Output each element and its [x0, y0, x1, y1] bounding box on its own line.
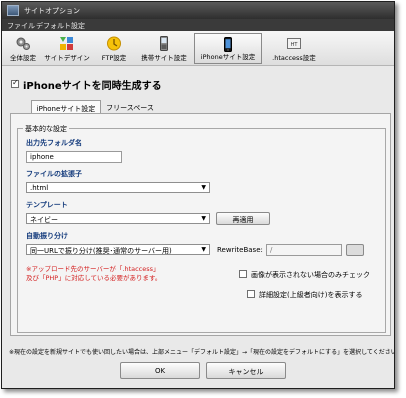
- chevron-down-icon: ▼: [201, 184, 206, 191]
- menu-file[interactable]: ファイル: [7, 21, 35, 31]
- image-fallback-checkbox[interactable]: [239, 270, 247, 278]
- app-icon: [7, 5, 19, 16]
- rewrite-base-input[interactable]: /: [266, 244, 342, 256]
- tab-free-space[interactable]: フリースペース: [103, 100, 157, 114]
- toolbar-mobile-site[interactable]: 携帯サイト設定: [136, 33, 192, 64]
- ok-button[interactable]: OK: [120, 362, 200, 379]
- iphone-icon: [224, 37, 232, 52]
- cancel-button[interactable]: キャンセル: [206, 362, 286, 379]
- design-icon: [60, 37, 73, 50]
- menu-default-settings[interactable]: デフォルト設定: [36, 21, 85, 31]
- mobile-icon: [160, 36, 168, 51]
- template-select[interactable]: ネイビー ▼: [26, 213, 210, 224]
- file-extension-label: ファイルの拡張子: [26, 170, 82, 178]
- template-label: テンプレート: [26, 201, 68, 209]
- iphone-generate-label: iPhoneサイトを同時生成する: [23, 81, 162, 92]
- iphone-generate-checkbox[interactable]: [11, 78, 19, 88]
- rewrite-base-label: RewriteBase:: [217, 246, 263, 254]
- menu-bar: ファイル デフォルト設定: [2, 19, 394, 31]
- reapply-button[interactable]: 再適用: [216, 212, 270, 225]
- file-extension-value: .html: [30, 184, 49, 192]
- site-options-window: サイトオプション ファイル デフォルト設定 全体設定 サイトデザイン FTP設定…: [1, 1, 395, 389]
- output-folder-label: 出力先フォルダ名: [26, 139, 82, 147]
- htaccess-icon: HT: [287, 38, 301, 49]
- svg-text:HT: HT: [291, 42, 299, 48]
- server-note-line2: 及び「PHP」に対応している必要があります。: [26, 274, 162, 282]
- chevron-down-icon: ▼: [201, 215, 206, 222]
- gear-icon: [16, 37, 30, 50]
- rewrite-base-button[interactable]: [346, 244, 364, 256]
- toolbar-ftp-settings[interactable]: FTP設定: [94, 33, 134, 64]
- file-extension-select[interactable]: .html ▼: [26, 182, 210, 193]
- tab-iphone-site-settings[interactable]: iPhoneサイト設定: [31, 100, 101, 114]
- title-bar: サイトオプション: [2, 2, 394, 19]
- advanced-settings-label: 詳細設定(上級者向け)を表示する: [259, 291, 363, 299]
- auto-sort-label: 自動振り分け: [26, 232, 68, 240]
- default-settings-note: ※現在の設定を新規サイトでも使い回したい場合は、上部メニュー「デフォルト設定」→…: [9, 349, 395, 356]
- ftp-icon: [107, 36, 121, 51]
- basic-settings-legend: 基本的な設定: [23, 124, 69, 134]
- image-fallback-label: 画像が表示されない場合のみチェック: [251, 271, 370, 279]
- auto-sort-value: 同一URLで振り分け(推奨･通常のサーバー用): [30, 247, 172, 255]
- window-title: サイトオプション: [24, 7, 80, 15]
- auto-sort-select[interactable]: 同一URLで振り分け(推奨･通常のサーバー用) ▼: [26, 244, 210, 255]
- toolbar-site-design[interactable]: サイトデザイン: [42, 33, 92, 64]
- toolbar-iphone-site[interactable]: iPhoneサイト設定: [194, 33, 262, 64]
- template-value: ネイビー: [30, 216, 58, 224]
- toolbar: 全体設定 サイトデザイン FTP設定 携帯サイト設定 iPhoneサイト設定 H…: [2, 31, 394, 66]
- chevron-down-icon: ▼: [201, 246, 206, 253]
- toolbar-htaccess[interactable]: HT .htaccess設定: [264, 33, 324, 64]
- toolbar-general-settings[interactable]: 全体設定: [5, 33, 41, 64]
- output-folder-input[interactable]: iphone: [26, 151, 122, 163]
- advanced-settings-checkbox[interactable]: [247, 290, 255, 298]
